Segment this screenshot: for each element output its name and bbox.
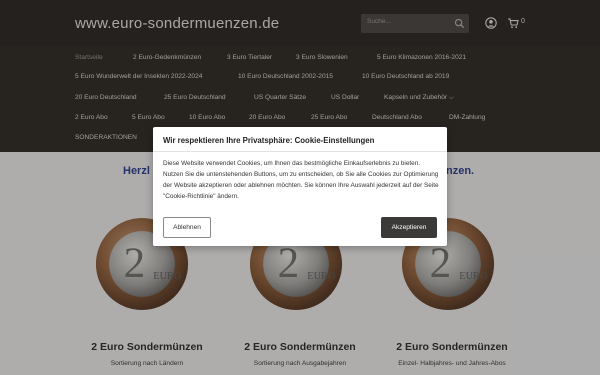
cookie-dialog: Wir respektieren Ihre Privatsphäre: Cook… — [153, 127, 447, 246]
accept-button[interactable]: Akzeptieren — [381, 217, 437, 238]
cookie-dialog-text: Diese Website verwendet Cookies, um Ihne… — [163, 160, 439, 201]
cookie-dialog-divider — [153, 151, 447, 152]
decline-button[interactable]: Ablehnen — [163, 217, 211, 238]
cookie-dialog-title: Wir respektieren Ihre Privatsphäre: Cook… — [163, 136, 375, 145]
